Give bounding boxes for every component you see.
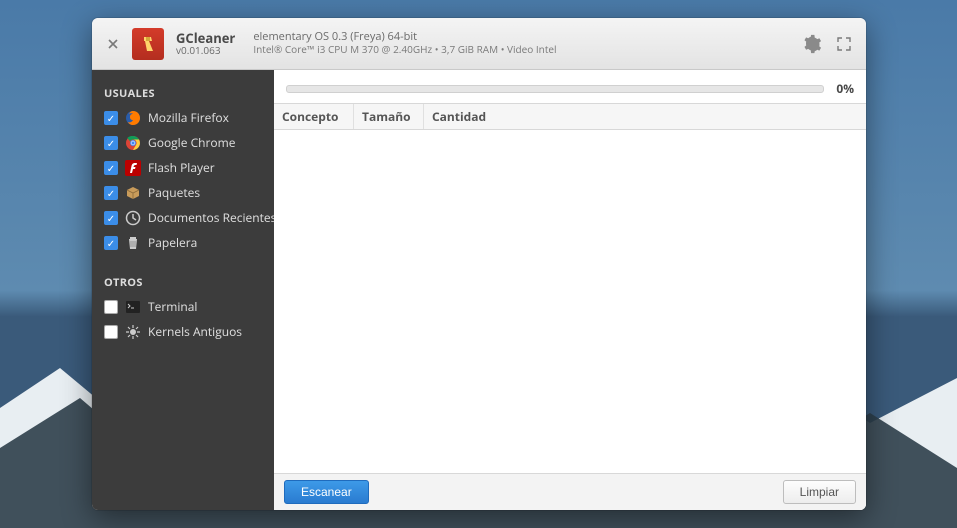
- settings-button[interactable]: [800, 32, 824, 56]
- checkbox[interactable]: ✓: [104, 161, 118, 175]
- hardware-label: Intel® Core™ i3 CPU M 370 @ 2.40GHz • 3,…: [253, 44, 556, 56]
- sidebar-item-flash[interactable]: ✓ Flash Player: [92, 155, 274, 180]
- maximize-button[interactable]: [832, 32, 856, 56]
- firefox-icon: [125, 110, 141, 126]
- system-info: elementary OS 0.3 (Freya) 64-bit Intel® …: [253, 31, 556, 55]
- sidebar-item-trash[interactable]: ✓ Papelera: [92, 230, 274, 255]
- checkbox[interactable]: ✓: [104, 136, 118, 150]
- sidebar-item-packages[interactable]: ✓ Paquetes: [92, 180, 274, 205]
- sidebar: USUALES ✓ Mozilla Firefox ✓ Google Chrom…: [92, 70, 274, 510]
- sidebar-item-firefox[interactable]: ✓ Mozilla Firefox: [92, 105, 274, 130]
- gear-icon: [802, 34, 822, 54]
- table-header: Concepto Tamaño Cantidad: [274, 103, 866, 130]
- trash-icon: [125, 235, 141, 251]
- sidebar-item-label: Flash Player: [148, 159, 215, 176]
- sidebar-item-label: Documentos Recientes: [148, 209, 274, 226]
- chrome-icon: [125, 135, 141, 151]
- close-button[interactable]: [102, 33, 124, 55]
- sidebar-section-usuales: USUALES: [92, 80, 274, 105]
- sidebar-item-label: Terminal: [148, 298, 197, 315]
- app-version: v0.01.063: [176, 45, 235, 56]
- column-concepto[interactable]: Concepto: [274, 104, 354, 129]
- sidebar-item-terminal[interactable]: Terminal: [92, 294, 274, 319]
- footer: Escanear Limpiar: [274, 473, 866, 510]
- checkbox[interactable]: ✓: [104, 236, 118, 250]
- column-cantidad[interactable]: Cantidad: [424, 104, 866, 129]
- maximize-icon: [837, 37, 851, 51]
- table-body: [274, 130, 866, 473]
- sidebar-item-label: Paquetes: [148, 184, 200, 201]
- recent-icon: [125, 210, 141, 226]
- sidebar-section-otros: OTROS: [92, 269, 274, 294]
- close-icon: [107, 38, 119, 50]
- scan-button[interactable]: Escanear: [284, 480, 369, 504]
- sidebar-item-recent[interactable]: ✓ Documentos Recientes: [92, 205, 274, 230]
- package-icon: [125, 185, 141, 201]
- flash-icon: [125, 160, 141, 176]
- sidebar-item-label: Google Chrome: [148, 134, 235, 151]
- app-window: GCleaner v0.01.063 elementary OS 0.3 (Fr…: [92, 18, 866, 510]
- progress-row: 0%: [274, 70, 866, 103]
- main-panel: 0% Concepto Tamaño Cantidad Escanear Lim…: [274, 70, 866, 510]
- sidebar-item-label: Papelera: [148, 234, 197, 251]
- checkbox[interactable]: ✓: [104, 111, 118, 125]
- clean-button[interactable]: Limpiar: [783, 480, 856, 504]
- checkbox[interactable]: ✓: [104, 211, 118, 225]
- progress-percent: 0%: [836, 80, 854, 97]
- progress-bar: [286, 85, 824, 93]
- checkbox[interactable]: [104, 300, 118, 314]
- sidebar-item-kernels[interactable]: Kernels Antiguos: [92, 319, 274, 344]
- sidebar-item-label: Kernels Antiguos: [148, 323, 242, 340]
- sidebar-item-label: Mozilla Firefox: [148, 109, 229, 126]
- title-block: GCleaner v0.01.063: [176, 31, 235, 56]
- kernel-icon: [125, 324, 141, 340]
- sidebar-item-chrome[interactable]: ✓ Google Chrome: [92, 130, 274, 155]
- app-icon: [132, 28, 164, 60]
- checkbox[interactable]: ✓: [104, 186, 118, 200]
- column-tamano[interactable]: Tamaño: [354, 104, 424, 129]
- terminal-icon: [125, 299, 141, 315]
- titlebar: GCleaner v0.01.063 elementary OS 0.3 (Fr…: [92, 18, 866, 70]
- checkbox[interactable]: [104, 325, 118, 339]
